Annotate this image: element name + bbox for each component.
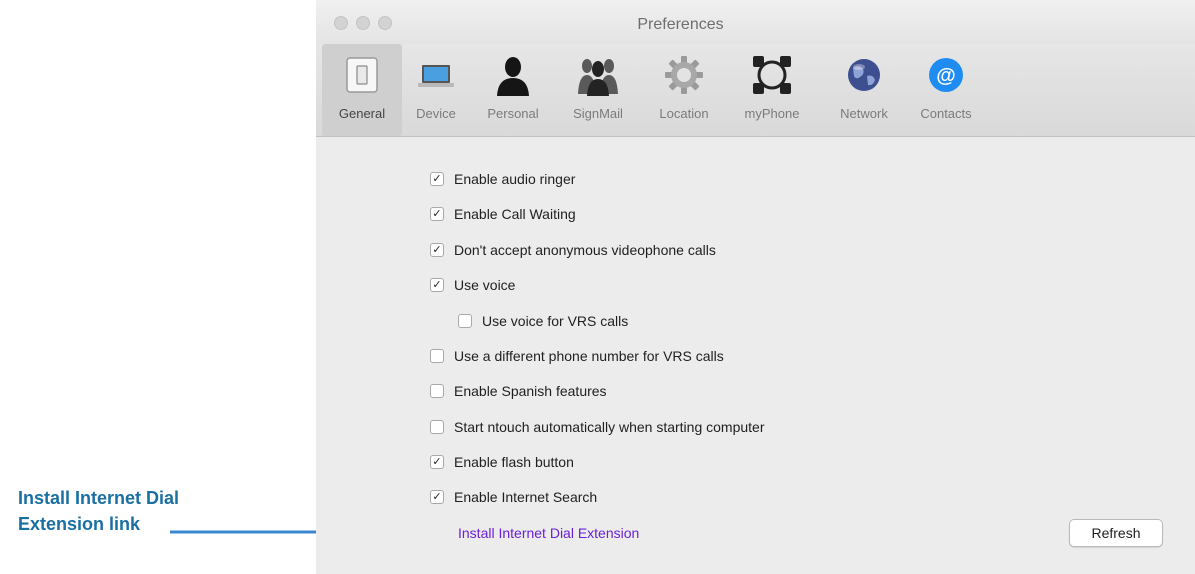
callout-line-1: Install Internet Dial [18, 488, 180, 508]
tab-general[interactable]: General [322, 44, 402, 136]
window-title: Preferences [637, 16, 724, 33]
checkbox-label: Use voice for VRS calls [482, 313, 629, 329]
preferences-window: Preferences General Device Personal Sign… [316, 0, 1195, 574]
checkbox-label: Use a different phone number for VRS cal… [454, 348, 724, 364]
tab-label: Personal [487, 106, 539, 121]
tab-network[interactable]: Network [824, 44, 904, 136]
checkbox-label: Enable flash button [454, 454, 574, 470]
checkbox-label: Use voice [454, 277, 516, 293]
tab-label: Device [416, 106, 456, 121]
flash-button-checkbox[interactable]: ✓ Enable flash button [430, 454, 574, 470]
refresh-button[interactable]: Refresh [1069, 519, 1163, 547]
tab-label: Network [840, 106, 888, 121]
checkbox-label: Start ntouch automatically when starting… [454, 419, 765, 435]
checkbox-label: Enable audio ringer [454, 171, 576, 187]
tab-myphone[interactable]: myPhone [728, 44, 816, 136]
checkbox-checked-icon[interactable]: ✓ [430, 172, 444, 186]
title-bar: Preferences [316, 0, 1195, 44]
tab-label: General [338, 106, 386, 121]
tab-label: Contacts [920, 106, 972, 121]
checkbox-unchecked-icon[interactable] [430, 420, 444, 434]
checkbox-unchecked-icon[interactable] [430, 384, 444, 398]
tab-personal[interactable]: Personal [472, 44, 554, 136]
switch-icon [346, 57, 378, 93]
person-icon [497, 57, 529, 96]
laptop-icon [418, 65, 454, 87]
checkbox-checked-icon[interactable]: ✓ [430, 490, 444, 504]
checkbox-checked-icon[interactable]: ✓ [430, 207, 444, 221]
spanish-features-checkbox[interactable]: Enable Spanish features [430, 383, 607, 399]
group-icon [578, 59, 618, 96]
internet-search-checkbox[interactable]: ✓ Enable Internet Search [430, 489, 597, 505]
use-voice-checkbox[interactable]: ✓ Use voice [430, 277, 515, 293]
tab-contacts[interactable]: @ Contacts [906, 44, 986, 136]
globe-icon [848, 59, 880, 91]
different-phone-number-checkbox[interactable]: Use a different phone number for VRS cal… [430, 348, 724, 364]
at-sign-icon: @ [929, 58, 963, 92]
start-automatically-checkbox[interactable]: Start ntouch automatically when starting… [430, 419, 765, 435]
tab-device[interactable]: Device [404, 44, 468, 136]
checkbox-label: Enable Call Waiting [454, 206, 576, 222]
devices-ring-icon [753, 56, 791, 94]
anonymous-calls-checkbox[interactable]: ✓ Don't accept anonymous videophone call… [430, 242, 716, 258]
checkbox-label: Don't accept anonymous videophone calls [454, 242, 716, 258]
checkbox-checked-icon[interactable]: ✓ [430, 243, 444, 257]
gear-icon [665, 56, 703, 94]
install-internet-dial-extension-link[interactable]: Install Internet Dial Extension [458, 525, 639, 541]
checkbox-label: Enable Spanish features [454, 383, 607, 399]
tab-label: Location [659, 106, 709, 121]
enable-call-waiting-checkbox[interactable]: ✓ Enable Call Waiting [430, 206, 576, 222]
tab-label: myPhone [744, 106, 800, 121]
tab-signmail[interactable]: SignMail [556, 44, 640, 136]
use-voice-vrs-checkbox[interactable]: Use voice for VRS calls [458, 313, 628, 329]
checkbox-unchecked-icon[interactable] [430, 349, 444, 363]
enable-audio-ringer-checkbox[interactable]: ✓ Enable audio ringer [430, 171, 575, 187]
general-settings-panel: ✓ Enable audio ringer ✓ Enable Call Wait… [316, 137, 1195, 574]
tab-label: SignMail [573, 106, 623, 121]
checkbox-unchecked-icon[interactable] [458, 314, 472, 328]
checkbox-label: Enable Internet Search [454, 489, 598, 505]
checkbox-checked-icon[interactable]: ✓ [430, 455, 444, 469]
checkbox-checked-icon[interactable]: ✓ [430, 278, 444, 292]
svg-text:@: @ [936, 65, 956, 87]
preferences-toolbar: General Device Personal SignMail Locatio… [316, 44, 1195, 137]
tab-location[interactable]: Location [644, 44, 724, 136]
